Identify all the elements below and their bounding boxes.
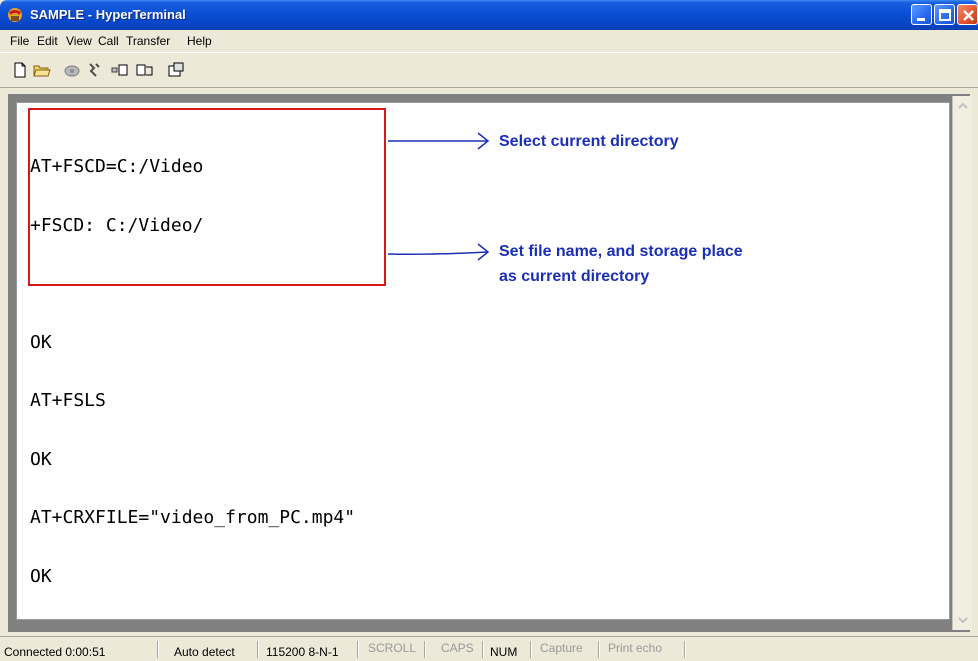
status-num: NUM bbox=[490, 645, 518, 659]
status-separator bbox=[482, 641, 484, 658]
status-port-settings: 115200 8-N-1 bbox=[266, 645, 339, 659]
status-caps: CAPS bbox=[441, 641, 474, 655]
status-separator bbox=[357, 641, 359, 658]
status-detect: Auto detect bbox=[174, 645, 235, 659]
annotation-set-filename-line2: as current directory bbox=[499, 268, 650, 285]
annotation-arrows bbox=[387, 132, 490, 261]
status-separator bbox=[157, 641, 159, 658]
status-connected: Connected 0:00:51 bbox=[4, 645, 106, 659]
arrow-select-directory bbox=[388, 132, 490, 150]
status-scroll: SCROLL bbox=[368, 641, 417, 655]
status-separator bbox=[257, 641, 259, 658]
arrow-set-filename bbox=[387, 243, 490, 261]
annotation-set-filename-line1: Set file name, and storage place bbox=[499, 243, 743, 260]
status-separator bbox=[598, 641, 600, 658]
status-separator bbox=[684, 641, 686, 658]
status-print-echo: Print echo bbox=[608, 641, 663, 655]
status-capture: Capture bbox=[540, 641, 583, 655]
annotation-select-directory: Select current directory bbox=[499, 133, 679, 150]
status-bar: Connected 0:00:51 Auto detect 115200 8-N… bbox=[0, 636, 978, 661]
status-separator bbox=[424, 641, 426, 658]
status-separator bbox=[530, 641, 532, 658]
